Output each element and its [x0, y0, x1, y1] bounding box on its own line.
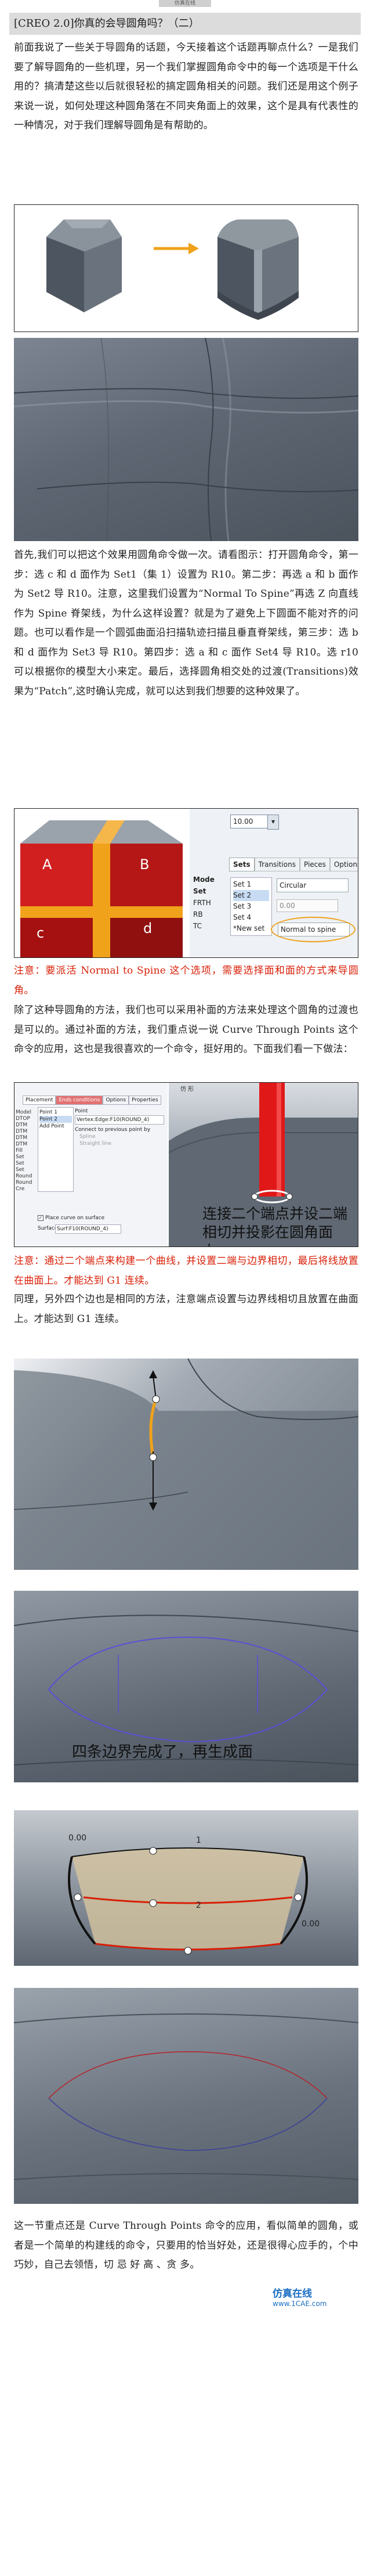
tree-item[interactable]: Round — [16, 1180, 34, 1186]
tree-item[interactable]: Model — [16, 1109, 34, 1116]
boundary-surface-illustration — [68, 1847, 308, 1955]
tree-label-set: Set — [193, 887, 206, 895]
figure-caption: 连接二个端点并设二端相切并投影在圆角面上。 — [202, 1205, 348, 1246]
tree-item[interactable]: DTM — [16, 1129, 34, 1135]
figure-boundary-surface: 1 2 0.00 0.00 — [14, 1810, 358, 1966]
face-label-b: B — [140, 856, 150, 873]
tab-options[interactable]: Options — [329, 858, 358, 871]
tab-properties[interactable]: Properties — [129, 1096, 161, 1105]
curve-dialog: Placement Ends conditions Options Proper… — [14, 1083, 168, 1246]
tree-label-frth: FRTH — [193, 899, 211, 907]
blocks-illustration — [46, 219, 299, 320]
tree-label-mode: Mode — [193, 876, 215, 884]
sets-list: Set 1 Set 2 Set 3 Set 4 *New set — [230, 877, 272, 936]
new-set-item[interactable]: *New set — [233, 923, 269, 934]
label-two: 2 — [196, 1901, 201, 1910]
add-point-item[interactable]: Add Point — [39, 1123, 72, 1130]
tree-item[interactable]: Set — [16, 1154, 34, 1161]
tab-bar: Sets Transitions Pieces Options — [229, 858, 358, 871]
model-tree: Model DTOP DTM DTM DTM DTM Fill Set Set … — [16, 1109, 34, 1192]
round-panel: 10.00 ▾ Sets Transitions Pieces Options … — [190, 809, 358, 957]
point-field[interactable]: Vertex:Edge:F10(ROUND_4) — [75, 1115, 164, 1125]
checkbox-label: Place curve on surface — [45, 1215, 105, 1221]
tab-pieces[interactable]: Pieces — [299, 858, 330, 871]
tab-placement[interactable]: Placement — [23, 1096, 56, 1105]
tree-item[interactable]: Fill — [16, 1148, 34, 1154]
note-tangent-ends: 注意：通过二个端点来构建一个曲线，并设置二端与边界相切，最后将线放置在曲面上。才… — [14, 1255, 358, 1287]
type-select[interactable]: Circular — [277, 878, 349, 892]
arrow-icon — [154, 243, 199, 254]
point-item-1[interactable]: Point 1 — [39, 1109, 72, 1116]
model-tree-labels: Mode Set FRTH RB TC — [193, 874, 228, 932]
value-left: 0.00 — [68, 1833, 87, 1843]
boundary-curve-illustration — [14, 1359, 358, 1570]
tree-item[interactable]: DTOP — [16, 1116, 34, 1122]
tree-item[interactable]: DTM — [16, 1141, 34, 1148]
face-label-a: A — [42, 856, 52, 873]
tree-label-tc: TC — [193, 922, 202, 930]
figure-four-boundaries: 四条边界完成了，再生成面 — [14, 1591, 358, 1782]
same-method-paragraph: 同理，另外四个边也是相同的方法，注意端点设置与边界线相切且放置在曲面上。才能达到… — [14, 1294, 358, 1325]
figure-round-sets: A B c d 10.00 ▾ Sets Transitions Pieces … — [14, 808, 358, 958]
set-item-1[interactable]: Set 1 — [233, 879, 269, 890]
points-list: Point 1 Point 2 Add Point — [38, 1107, 74, 1192]
model-view-title: 仿 形 — [180, 1086, 194, 1093]
tree-item[interactable]: Set — [16, 1161, 34, 1167]
radius-value[interactable]: 0.00 — [277, 899, 338, 912]
figure-final-surface — [14, 1988, 358, 2204]
tab-transitions[interactable]: Transitions — [254, 858, 300, 871]
figure-caption-boundaries: 四条边界完成了，再生成面 — [72, 1743, 253, 1761]
watermark: 仿真在线 www.1CAE.com — [273, 2285, 365, 2314]
tree-item[interactable]: Round — [16, 1173, 34, 1180]
header-logo: 仿真在线 — [159, 0, 211, 7]
surface-field[interactable]: Surf:F10(ROUND_4) — [55, 1224, 121, 1234]
connect-option[interactable]: Connect to previous point by — [75, 1127, 150, 1133]
watermark-site: www.1CAE.com — [273, 2300, 327, 2308]
rounded-block — [217, 219, 299, 320]
tree-item[interactable]: Set — [16, 1167, 34, 1173]
curve-through-points-paragraph: 除了这种导圆角的方法，我们也可以采用补面的方法来处理这个圆角的过渡也是可以的。通… — [14, 1004, 358, 1055]
figure-blocks-before-after — [14, 204, 358, 332]
article-title: [CREO 2.0]你真的会导圆角吗？（二） — [9, 13, 361, 35]
tab-options[interactable]: Options — [103, 1096, 129, 1105]
note-normal-to-spine: 注意：要派活 Normal to Spine 这个选项，需要选择面和面的方式来导… — [14, 965, 358, 996]
sharp-block — [46, 219, 122, 312]
set-item-2[interactable]: Set 2 — [233, 890, 269, 901]
tree-item[interactable]: Cre — [16, 1186, 34, 1192]
face-label-d: d — [143, 920, 153, 936]
spline-option[interactable]: Spline — [79, 1134, 96, 1140]
radius-dropdown-icon[interactable]: ▾ — [267, 815, 279, 830]
point-item-2[interactable]: Point 2 — [39, 1116, 72, 1123]
intro-paragraph: 前面我说了一些关于导圆角的话题，今天接着这个话题再聊点什么？一是我们要了解导圆角… — [14, 42, 358, 131]
tree-item[interactable]: DTM — [16, 1135, 34, 1141]
steps-paragraph: 首先,我们可以把这个效果用圆角命令做一次。请看图示：打开圆角命令，第一步：选 c… — [14, 549, 358, 697]
tree-item[interactable]: DTM — [16, 1122, 34, 1129]
tab-sets[interactable]: Sets — [229, 858, 255, 871]
tab-end-conditions[interactable]: Ends conditions — [56, 1096, 103, 1105]
set-item-4[interactable]: Set 4 — [233, 912, 269, 923]
figure-curve-through-points: Placement Ends conditions Options Proper… — [14, 1082, 358, 1247]
figure-rounded-corner-closeup — [14, 338, 358, 541]
point-field-label: Point — [75, 1108, 88, 1114]
corner-closeup-illustration — [14, 338, 358, 541]
face-label-c: c — [37, 925, 45, 941]
tree-label-rb: RB — [193, 910, 203, 918]
set-item-3[interactable]: Set 3 — [233, 901, 269, 912]
straight-line-option[interactable]: Straight line — [79, 1141, 111, 1147]
summary-paragraph: 这一节重点还是 Curve Through Points 命令的应用，看似简单的… — [14, 2220, 358, 2271]
watermark-logo: 仿真在线 — [273, 2288, 312, 2300]
highlight-ellipse — [271, 917, 356, 942]
label-one: 1 — [196, 1836, 201, 1845]
radius-field[interactable]: 10.00 — [230, 815, 270, 828]
final-surface-illustration — [14, 2013, 358, 2180]
figure-boundary-curve — [14, 1359, 358, 1570]
value-right: 0.00 — [302, 1919, 320, 1929]
dialog-tabs: Placement Ends conditions Options Proper… — [23, 1096, 161, 1105]
place-on-surface-checkbox[interactable]: ✓ Place curve on surface — [38, 1215, 104, 1221]
